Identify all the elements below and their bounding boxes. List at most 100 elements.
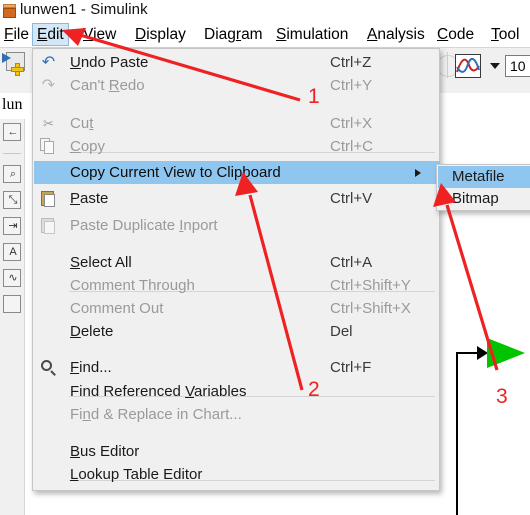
menu-item-label: Bus Editor bbox=[70, 443, 140, 460]
menubar-item-code[interactable]: Code bbox=[433, 24, 478, 45]
scope-preview-icon-glyph: ∿ bbox=[8, 272, 18, 284]
copy-current-view-submenu[interactable]: Metafile Bitmap bbox=[436, 164, 530, 211]
menubar-item-edit[interactable]: Edit bbox=[32, 23, 69, 46]
menu-item-undo-paste[interactable]: ↶ Undo Paste Ctrl+Z bbox=[34, 51, 440, 74]
menu-item-shortcut: Ctrl+X bbox=[330, 115, 373, 132]
annotation-number-3: 3 bbox=[496, 385, 508, 408]
edit-dropdown-menu[interactable]: ↶ Undo Paste Ctrl+Z ↷ Can't Redo Ctrl+Y ✂ Cut Ct… bbox=[32, 48, 440, 491]
chevron-down-icon[interactable] bbox=[490, 63, 500, 69]
menu-bar: File Edit View Display Diagram Simulation Anal… bbox=[0, 22, 530, 47]
new-block-icon[interactable] bbox=[2, 50, 32, 80]
annotation-text-icon-glyph: A bbox=[9, 246, 17, 258]
menu-item-label: Undo Paste bbox=[70, 54, 149, 71]
window-title: lunwen1 - Simulink bbox=[20, 1, 148, 18]
menu-item-copy-current-view-to-clipboard[interactable]: Copy Current View to Clipboard bbox=[34, 161, 440, 184]
signal-arrow-icon[interactable]: ⇥ bbox=[3, 217, 21, 235]
paste-dim-icon bbox=[40, 217, 57, 234]
scope-preview-icon[interactable]: ∿ bbox=[3, 269, 21, 287]
menu-item-label: Cut bbox=[70, 115, 94, 132]
canvas-tool-palette: ← ⌕ ⤡ ⇥ A ∿ bbox=[0, 119, 25, 515]
menubar-item-label: Display bbox=[135, 26, 186, 43]
menubar-item-label: Analysis bbox=[367, 26, 425, 43]
menu-item-label: Paste Duplicate Inport bbox=[70, 217, 218, 234]
menu-item-paste-duplicate-inport[interactable]: Paste Duplicate Inport bbox=[34, 214, 440, 237]
navigate-back-icon[interactable]: ← bbox=[3, 123, 21, 141]
menu-item-find[interactable]: Find... Ctrl+F bbox=[34, 356, 440, 379]
menubar-item-display[interactable]: Display bbox=[131, 24, 190, 45]
menu-item-copy[interactable]: Copy Ctrl+C bbox=[34, 135, 440, 158]
copy-icon bbox=[40, 138, 57, 155]
paste-icon bbox=[40, 190, 57, 207]
menubar-item-analysis[interactable]: Analysis bbox=[363, 24, 429, 45]
breadcrumb-model-name[interactable]: lun bbox=[2, 96, 22, 114]
submenu-item-metafile[interactable]: Metafile bbox=[438, 166, 530, 188]
simulation-stop-time-input[interactable]: 10 bbox=[505, 55, 530, 77]
menubar-item-file[interactable]: File bbox=[0, 24, 33, 45]
menu-item-shortcut: Del bbox=[330, 323, 353, 340]
block-placeholder-icon[interactable] bbox=[3, 295, 21, 313]
submenu-arrow-icon bbox=[415, 169, 421, 177]
menu-item-shortcut: Ctrl+C bbox=[330, 138, 373, 155]
menu-item-shortcut: Ctrl+Shift+Y bbox=[330, 277, 411, 294]
submenu-item-bitmap[interactable]: Bitmap bbox=[438, 188, 530, 210]
menu-item-select-all[interactable]: Select All Ctrl+A bbox=[34, 251, 440, 274]
menu-item-label: Delete bbox=[70, 323, 114, 340]
submenu-item-label: Bitmap bbox=[452, 190, 499, 207]
menu-item-label: Select All bbox=[70, 254, 132, 271]
menu-item-comment-out[interactable]: Comment Out Ctrl+Shift+X bbox=[34, 297, 440, 320]
menubar-item-simulation[interactable]: Simulation bbox=[272, 24, 352, 45]
cut-icon: ✂ bbox=[43, 116, 54, 131]
menu-item-label: Lookup Table Editor bbox=[70, 466, 203, 483]
menu-item-shortcut: Ctrl+A bbox=[330, 254, 373, 271]
menu-item-can-t-redo[interactable]: ↷ Can't Redo Ctrl+Y bbox=[34, 74, 440, 97]
zoom-region-icon[interactable]: ⌕ bbox=[3, 165, 21, 183]
menu-item-label: Find & Replace in Chart... bbox=[70, 406, 242, 423]
menu-item-label: Copy bbox=[70, 138, 106, 155]
menubar-item-label: Tool bbox=[491, 26, 520, 43]
simulink-app-icon bbox=[3, 4, 16, 18]
scope-icon[interactable] bbox=[455, 54, 481, 78]
menubar-item-label: Edit bbox=[37, 26, 64, 43]
menu-item-shortcut: Ctrl+V bbox=[330, 190, 373, 207]
menu-item-label: Comment Out bbox=[70, 300, 164, 317]
menubar-item-diagram[interactable]: Diagram bbox=[200, 24, 267, 45]
annotation-number-2: 2 bbox=[308, 378, 320, 401]
menu-item-bus-editor[interactable]: Bus Editor bbox=[34, 440, 440, 463]
fit-to-view-icon[interactable]: ⤡ bbox=[3, 191, 21, 209]
menubar-item-tool[interactable]: Tool bbox=[487, 24, 523, 45]
gain-block-triangle[interactable] bbox=[487, 338, 525, 368]
menu-item-label: Find Referenced Variables bbox=[70, 383, 247, 400]
menu-item-shortcut: Ctrl+Z bbox=[330, 54, 372, 71]
menu-item-delete[interactable]: Delete Del bbox=[34, 320, 440, 343]
menu-item-comment-through[interactable]: Comment Through Ctrl+Shift+Y bbox=[34, 274, 440, 297]
menu-item-label: Paste bbox=[70, 190, 109, 207]
navigate-back-icon-glyph: ← bbox=[7, 126, 19, 138]
menu-item-shortcut: Ctrl+F bbox=[330, 359, 372, 376]
menubar-item-view[interactable]: View bbox=[79, 24, 120, 45]
redo-icon: ↷ bbox=[41, 77, 56, 94]
fit-to-view-icon-glyph: ⤡ bbox=[8, 194, 18, 206]
find-icon bbox=[40, 359, 57, 376]
annotation-text-icon[interactable]: A bbox=[3, 243, 21, 261]
menu-item-lookup-table-editor[interactable]: Lookup Table Editor bbox=[34, 463, 440, 486]
undo-icon: ↶ bbox=[41, 54, 56, 71]
toolbar-separator bbox=[447, 52, 448, 78]
menu-item-shortcut: Ctrl+Shift+X bbox=[330, 300, 411, 317]
menu-item-label: Comment Through bbox=[70, 277, 195, 294]
menubar-item-label: File bbox=[4, 26, 29, 43]
menubar-item-label: Simulation bbox=[276, 26, 349, 43]
menu-item-shortcut: Ctrl+Y bbox=[330, 77, 373, 94]
window-titlebar: lunwen1 - Simulink bbox=[0, 0, 530, 22]
menu-item-paste[interactable]: Paste Ctrl+V bbox=[34, 187, 440, 210]
menubar-item-label: Code bbox=[437, 26, 475, 43]
signal-arrow-icon-glyph: ⇥ bbox=[8, 220, 18, 232]
menu-item-label: Find... bbox=[70, 359, 112, 376]
menu-item-find-replace-in-chart[interactable]: Find & Replace in Chart... bbox=[34, 403, 440, 426]
submenu-item-label: Metafile bbox=[452, 168, 505, 185]
menubar-item-label: View bbox=[83, 26, 117, 43]
palette-separator bbox=[3, 153, 21, 154]
menu-item-find-referenced-variables[interactable]: Find Referenced Variables bbox=[34, 380, 440, 403]
menubar-item-label: Diagram bbox=[204, 26, 263, 43]
zoom-region-icon-glyph: ⌕ bbox=[9, 168, 17, 180]
menu-item-cut[interactable]: ✂ Cut Ctrl+X bbox=[34, 112, 440, 135]
